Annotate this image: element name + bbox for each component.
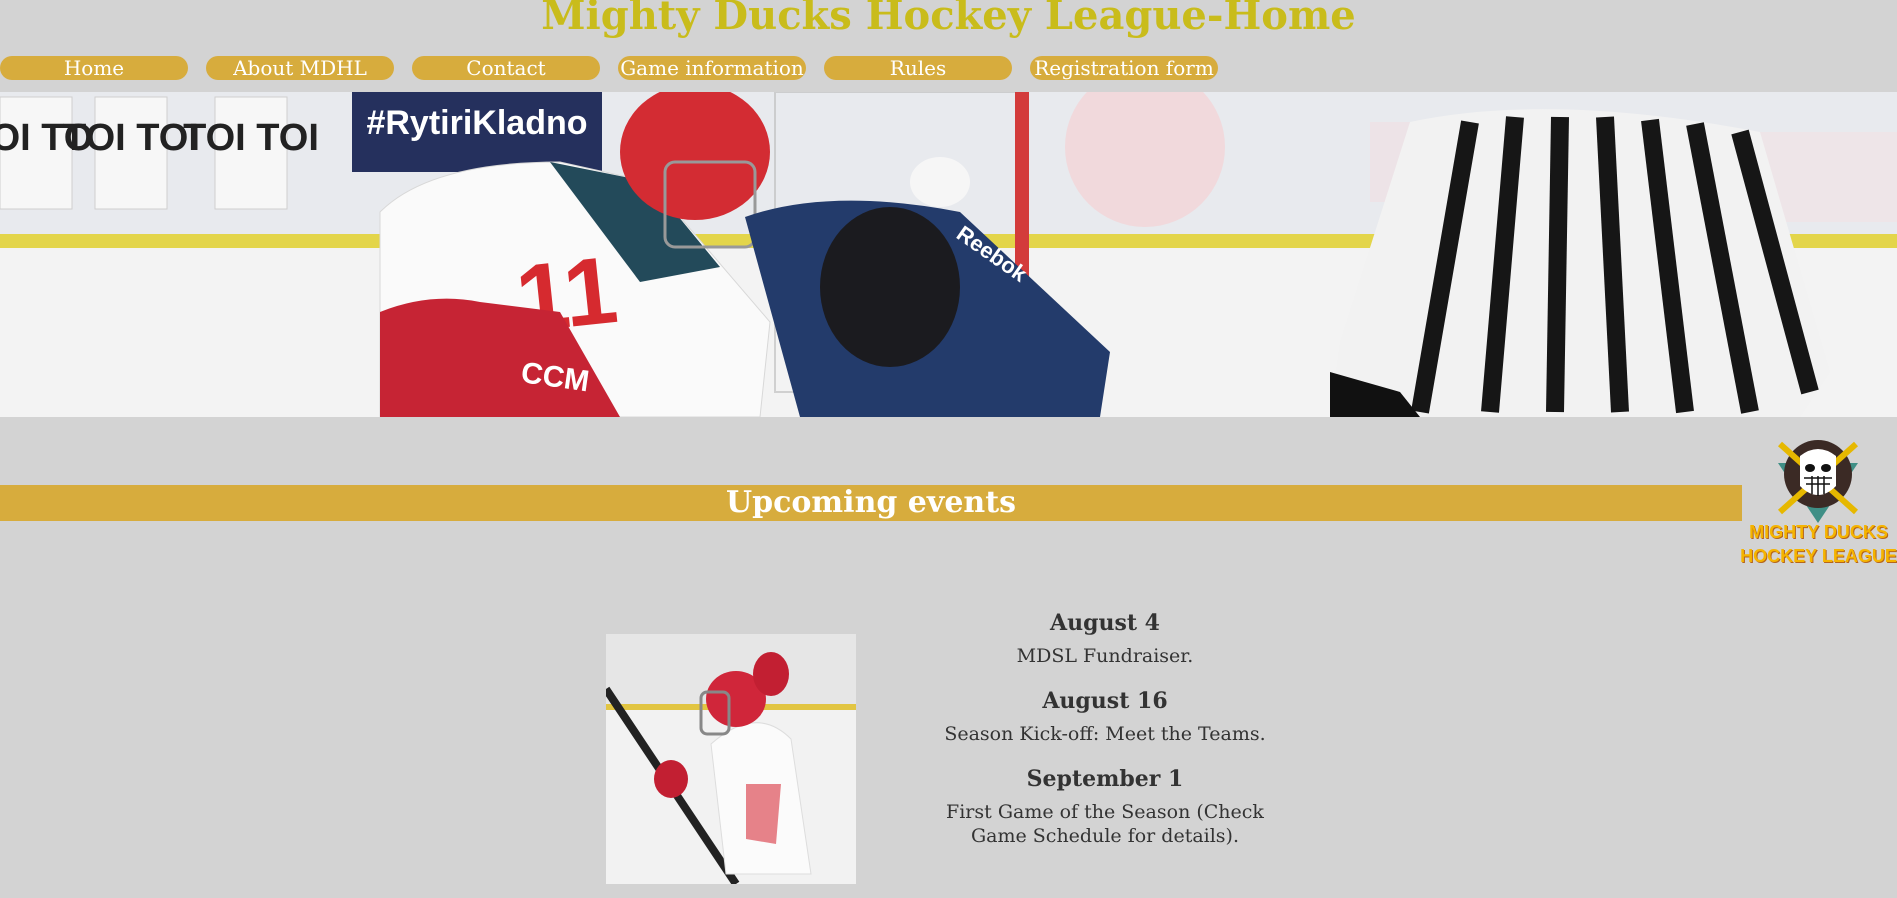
nav-contact[interactable]: Contact bbox=[412, 56, 600, 80]
svg-text:TOI TOI: TOI TOI bbox=[183, 117, 319, 159]
list-item: August 16 Season Kick-off: Meet the Team… bbox=[930, 686, 1280, 746]
list-item: August 4 MDSL Fundraiser. bbox=[930, 608, 1280, 668]
goalie-mask-icon bbox=[1777, 440, 1859, 523]
event-description: First Game of the Season (Check Game Sch… bbox=[946, 801, 1264, 847]
event-player-photo bbox=[606, 634, 856, 884]
main-nav: Home About MDHL Contact Game information… bbox=[0, 56, 1218, 82]
event-date: August 4 bbox=[1050, 610, 1160, 636]
logo-line-2: HOCKEY LEAGUE bbox=[1740, 546, 1897, 566]
ad-board-rytiri: #RytiriKladno bbox=[352, 92, 602, 172]
upcoming-events-banner: Upcoming events bbox=[0, 485, 1742, 521]
event-description: Season Kick-off: Meet the Teams. bbox=[944, 723, 1266, 745]
site-title: Mighty Ducks Hockey League-Home bbox=[541, 0, 1356, 39]
league-logo: MIGHTY DUCKS HOCKEY LEAGUE bbox=[1740, 438, 1897, 572]
svg-text:TOI TOI: TOI TOI bbox=[63, 117, 199, 159]
event-date: September 1 bbox=[1026, 766, 1184, 792]
logo-line-1: MIGHTY DUCKS bbox=[1749, 522, 1888, 542]
event-date: August 16 bbox=[1042, 688, 1168, 714]
nav-game-information[interactable]: Game information bbox=[618, 56, 806, 80]
celebrating-player-illustration bbox=[606, 634, 856, 884]
upcoming-events-heading: Upcoming events bbox=[726, 485, 1016, 520]
nav-rules[interactable]: Rules bbox=[824, 56, 1012, 80]
nav-about[interactable]: About MDHL bbox=[206, 56, 394, 80]
event-description: MDSL Fundraiser. bbox=[1016, 645, 1194, 667]
hero-banner-image: TOI TOI TOI TOI TOI TOI #RytiriKladno 11… bbox=[0, 92, 1897, 417]
logo-wordmark: MIGHTY DUCKS HOCKEY LEAGUE bbox=[1740, 520, 1897, 568]
events-list: August 4 MDSL Fundraiser. August 16 Seas… bbox=[930, 608, 1280, 866]
nav-home[interactable]: Home bbox=[0, 56, 188, 80]
hockey-faceoff-illustration: TOI TOI TOI TOI TOI TOI #RytiriKladno 11… bbox=[0, 92, 1897, 417]
svg-text:#RytiriKladno: #RytiriKladno bbox=[366, 104, 587, 142]
list-item: September 1 First Game of the Season (Ch… bbox=[930, 764, 1280, 848]
nav-registration-form[interactable]: Registration form bbox=[1030, 56, 1218, 80]
